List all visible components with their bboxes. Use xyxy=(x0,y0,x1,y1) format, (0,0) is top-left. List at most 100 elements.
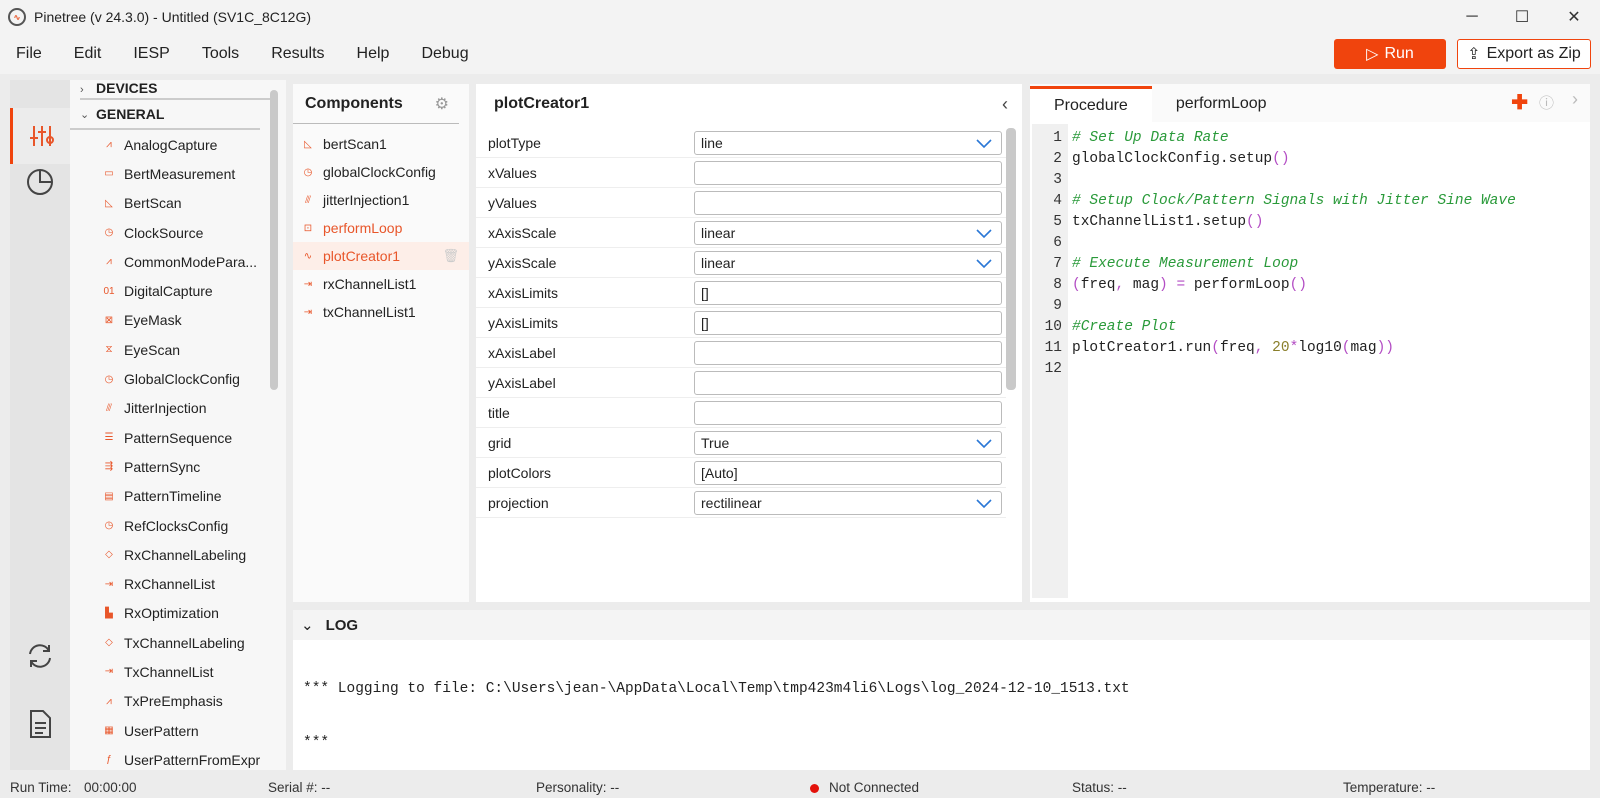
menu-tools[interactable]: Tools xyxy=(186,34,255,74)
collapse-left-icon[interactable]: ‹ xyxy=(1002,94,1008,115)
info-icon[interactable]: ⓘ xyxy=(1539,92,1554,113)
property-input[interactable] xyxy=(694,160,1002,185)
property-row-yaxisscale: yAxisScale linear xyxy=(476,248,1006,278)
menu-debug[interactable]: Debug xyxy=(405,34,484,74)
chevron-down-icon xyxy=(975,254,993,275)
code-token: 20 xyxy=(1272,340,1290,356)
chevron-right-icon[interactable]: › xyxy=(1572,89,1578,110)
property-row-yaxislabel: yAxisLabel xyxy=(476,368,1006,398)
palette-item-globalclockconfig[interactable]: ◷ GlobalClockConfig xyxy=(70,364,286,393)
run-button[interactable]: ▷ Run xyxy=(1334,39,1446,69)
property-input[interactable]: [] xyxy=(694,310,1002,335)
palette-item-eyescan[interactable]: ⧖ EyeScan xyxy=(70,335,286,364)
menu-edit[interactable]: Edit xyxy=(58,34,118,74)
properties-scrollbar[interactable] xyxy=(1006,128,1016,390)
property-input[interactable] xyxy=(694,370,1002,395)
document-view-button[interactable] xyxy=(10,696,70,752)
code-line: #Create Plot xyxy=(1072,317,1580,338)
property-input[interactable]: [Auto] xyxy=(694,460,1002,485)
component-item-txchannellist1[interactable]: ⇥ txChannelList1 xyxy=(293,298,469,326)
palette-item-userpattern[interactable]: ▦ UserPattern xyxy=(70,716,286,745)
tab-performloop[interactable]: performLoop xyxy=(1152,86,1291,122)
code-token: ) xyxy=(1159,277,1168,293)
menu-results[interactable]: Results xyxy=(255,34,340,74)
add-icon[interactable]: ✚ xyxy=(1511,90,1528,115)
palette-item-digitalcapture[interactable]: 01 DigitalCapture xyxy=(70,276,286,305)
property-input[interactable] xyxy=(694,400,1002,425)
palette-item-label: AnalogCapture xyxy=(124,136,218,153)
component-item-globalclockconfig[interactable]: ◷ globalClockConfig xyxy=(293,158,469,186)
log-header[interactable]: ⌄ LOG xyxy=(293,610,1590,640)
palette-item-patterntimeline[interactable]: ▤ PatternTimeline xyxy=(70,482,286,511)
minimize-button[interactable]: ─ xyxy=(1448,0,1496,34)
line-number: 3 xyxy=(1053,172,1062,188)
section-label: GENERAL xyxy=(96,106,165,122)
palette-item-txpreemphasis[interactable]: ⩘ TxPreEmphasis xyxy=(70,687,286,716)
palette-item-rxoptimization[interactable]: ▙ RxOptimization xyxy=(70,599,286,628)
palette-section-general[interactable]: ⌄ GENERAL xyxy=(70,100,260,130)
property-dropdown[interactable]: linear xyxy=(694,220,1002,245)
menu-help[interactable]: Help xyxy=(341,34,406,74)
code-editor[interactable]: 1 2 3 4 5 6 7 8 9 10 11 12 # Set Up Data Rate global… xyxy=(1032,124,1580,598)
palette-item-bertmeasurement[interactable]: ▭ BertMeasurement xyxy=(70,159,286,188)
palette-scrollbar[interactable] xyxy=(270,90,278,390)
export-zip-button[interactable]: ⇪ Export as Zip xyxy=(1457,39,1591,69)
results-view-button[interactable] xyxy=(10,154,70,210)
status-bar: Run Time: 00:00:00 Serial #: -- Personal… xyxy=(0,778,1600,798)
bars-icon: ▙ xyxy=(105,607,113,619)
component-item-rxchannellist1[interactable]: ⇥ rxChannelList1 xyxy=(293,270,469,298)
palette-item-bertscan[interactable]: ◺ BertScan xyxy=(70,189,286,218)
sync-view-button[interactable] xyxy=(10,628,70,684)
property-dropdown[interactable]: line xyxy=(694,130,1002,155)
component-item-jitterinjection1[interactable]: ⫻ jitterInjection1 xyxy=(293,186,469,214)
code-token: # Setup Clock/Pattern Signals with Jitte… xyxy=(1072,193,1516,209)
gear-icon[interactable]: ⚙ xyxy=(435,94,449,114)
eye-mask-icon: ⊠ xyxy=(104,314,114,326)
palette-item-refclocksconfig[interactable]: ◷ RefClocksConfig xyxy=(70,511,286,540)
palette-item-userpatternfromexpr[interactable]: ƒ UserPatternFromExpr xyxy=(70,745,286,770)
palette-item-txchannellist[interactable]: ⇥ TxChannelList xyxy=(70,657,286,686)
property-label: xAxisLabel xyxy=(488,344,556,361)
code-area[interactable]: # Set Up Data Rate globalClockConfig.setu… xyxy=(1068,124,1580,598)
palette-item-analogcapture[interactable]: ⩘ AnalogCapture xyxy=(70,130,286,159)
maximize-button[interactable]: ☐ xyxy=(1498,0,1546,34)
palette-item-jitterinjection[interactable]: ⫻ JitterInjection xyxy=(70,394,286,423)
palette-section-devices[interactable]: › DEVICES xyxy=(70,80,260,96)
chevron-down-icon xyxy=(975,134,993,155)
property-dropdown[interactable]: True xyxy=(694,430,1002,455)
property-input[interactable]: [] xyxy=(694,280,1002,305)
property-row-projection: projection rectilinear xyxy=(476,488,1006,518)
property-dropdown[interactable]: linear xyxy=(694,250,1002,275)
palette-item-patternsync[interactable]: ⇶ PatternSync xyxy=(70,452,286,481)
menu-iesp[interactable]: IESP xyxy=(117,34,185,74)
component-item-plotcreator1[interactable]: ∿ plotCreator1 🗑 xyxy=(293,242,469,270)
property-value: linear xyxy=(701,254,736,271)
component-item-performloop[interactable]: ⊡ performLoop xyxy=(293,214,469,242)
property-input[interactable] xyxy=(694,190,1002,215)
code-token: # Set Up Data Rate xyxy=(1072,130,1229,146)
palette-item-label: TxPreEmphasis xyxy=(124,693,223,710)
property-input[interactable] xyxy=(694,340,1002,365)
property-label: yAxisScale xyxy=(488,254,557,271)
palette-item-eyemask[interactable]: ⊠ EyeMask xyxy=(70,306,286,335)
component-item-bertscan1[interactable]: ◺ bertScan1 xyxy=(293,130,469,158)
trash-icon[interactable]: 🗑 xyxy=(442,248,459,264)
loop-icon: ⊡ xyxy=(303,222,313,234)
palette-item-clocksource[interactable]: ◷ ClockSource xyxy=(70,218,286,247)
menu-file[interactable]: File xyxy=(0,34,58,74)
line-number: 8 xyxy=(1053,277,1062,293)
line-number: 12 xyxy=(1044,361,1062,377)
palette-list: ⩘ AnalogCapture ▭ BertMeasurement ◺ BertScan ◷… xyxy=(70,130,286,770)
palette-item-rxchannellist[interactable]: ⇥ RxChannelList xyxy=(70,569,286,598)
palette-item-commonmodepara[interactable]: ⩘ CommonModePara... xyxy=(70,247,286,276)
code-token: , xyxy=(1115,277,1125,293)
chevron-down-icon: ⌄ xyxy=(301,617,314,634)
tab-procedure[interactable]: Procedure xyxy=(1030,86,1152,122)
property-dropdown[interactable]: rectilinear xyxy=(694,490,1002,515)
code-token: )) xyxy=(1376,340,1394,356)
palette-item-patternsequence[interactable]: ☰ PatternSequence xyxy=(70,423,286,452)
palette-item-rxchannellabeling[interactable]: ◇ RxChannelLabeling xyxy=(70,540,286,569)
code-token: plotCreator1.run xyxy=(1072,340,1212,356)
palette-item-txchannellabeling[interactable]: ◇ TxChannelLabeling xyxy=(70,628,286,657)
close-button[interactable]: ✕ xyxy=(1550,0,1598,34)
